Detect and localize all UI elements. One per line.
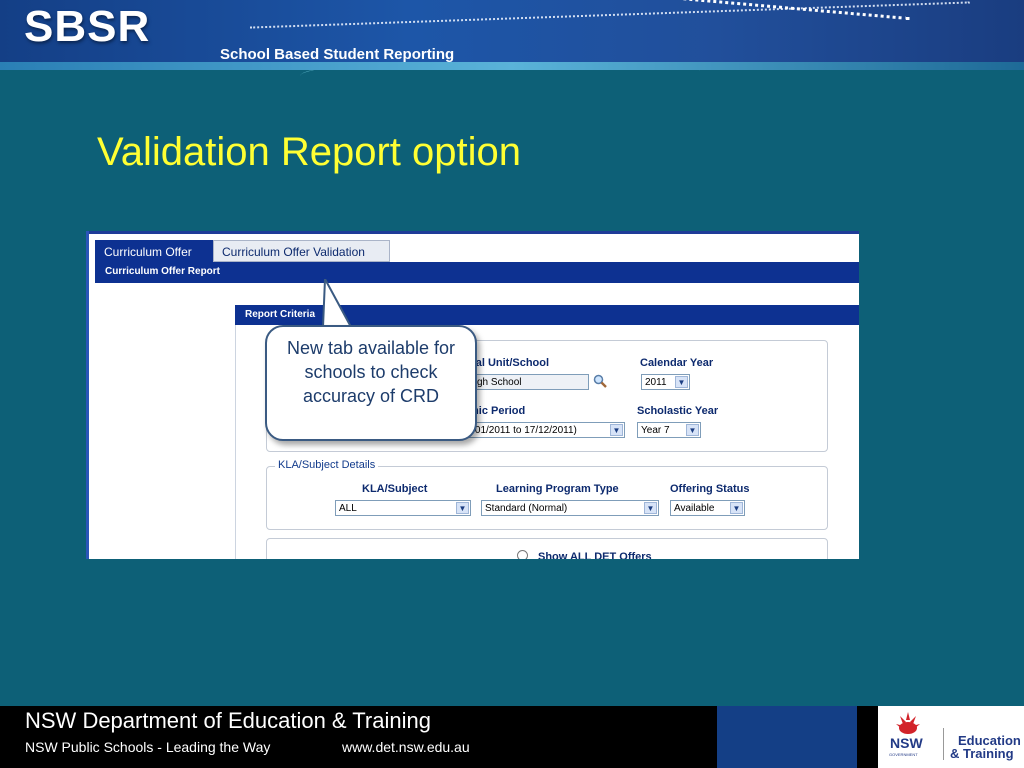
chevron-down-icon: ▼: [675, 376, 688, 388]
app-screenshot: Curriculum Offer Curriculum Offer Valida…: [86, 231, 859, 559]
program-type-select[interactable]: Standard (Normal) ▼: [481, 500, 659, 516]
waratah-icon: [896, 712, 920, 734]
footer-subtitle: NSW Public Schools - Leading the Way: [25, 739, 271, 755]
footer-title: NSW Department of Education & Training: [25, 708, 431, 733]
tab-curriculum-offer[interactable]: Curriculum Offer: [95, 240, 213, 262]
radio-icon[interactable]: [517, 550, 528, 559]
org-unit-input[interactable]: gh School: [473, 374, 589, 390]
chevron-down-icon: ▼: [644, 502, 657, 514]
header-banner: SBSR School Based Student Reporting: [0, 0, 1024, 70]
header-swoosh: [0, 70, 1024, 116]
scholastic-year-select[interactable]: Year 7 ▼: [637, 422, 701, 438]
kla-subject-group: KLA/Subject Details KLA/Subject ALL ▼ Le…: [266, 459, 828, 530]
banner-band: [0, 62, 1024, 70]
org-unit-label: nal Unit/School: [469, 357, 550, 369]
banner-subtitle: School Based Student Reporting: [220, 46, 455, 63]
chevron-down-icon: ▼: [686, 424, 699, 436]
offering-status-select[interactable]: Available ▼: [670, 500, 745, 516]
academic-period-label: mic Period: [469, 405, 526, 417]
callout-pointer: [321, 279, 353, 328]
search-icon[interactable]: [593, 374, 607, 388]
kla-select[interactable]: ALL ▼: [335, 500, 471, 516]
show-all-offers-option[interactable]: Show ALL DET Offers: [517, 550, 652, 559]
slide-title: Validation Report option: [97, 130, 521, 174]
nsw-gov-text: GOVERNMENT: [889, 752, 918, 757]
section-title: Curriculum Offer Report: [95, 262, 859, 283]
calendar-year-label: Calendar Year: [640, 357, 714, 369]
training-logo-text: & Training: [950, 746, 1014, 761]
chevron-down-icon: ▼: [456, 502, 469, 514]
chevron-down-icon: ▼: [610, 424, 623, 436]
sbsr-logo: SBSR: [24, 2, 151, 51]
program-type-label: Learning Program Type: [496, 483, 619, 495]
chevron-down-icon: ▼: [730, 502, 743, 514]
kla-label: KLA/Subject: [362, 483, 428, 495]
nsw-logo-text: NSW: [890, 735, 923, 751]
callout-bubble: New tab available for schools to check a…: [265, 325, 477, 441]
offers-group: Show ALL DET Offers: [266, 538, 828, 559]
scholastic-year-label: Scholastic Year: [637, 405, 719, 417]
kla-group-legend: KLA/Subject Details: [275, 459, 379, 471]
offering-status-label: Offering Status: [670, 483, 750, 495]
academic-period-select[interactable]: 21/01/2011 to 17/12/2011) ▼: [457, 422, 625, 438]
footer-accent: [717, 706, 857, 768]
calendar-year-select[interactable]: 2011 ▼: [641, 374, 690, 390]
footer-url: www.det.nsw.edu.au: [342, 739, 470, 755]
tab-curriculum-offer-validation[interactable]: Curriculum Offer Validation: [213, 240, 390, 262]
